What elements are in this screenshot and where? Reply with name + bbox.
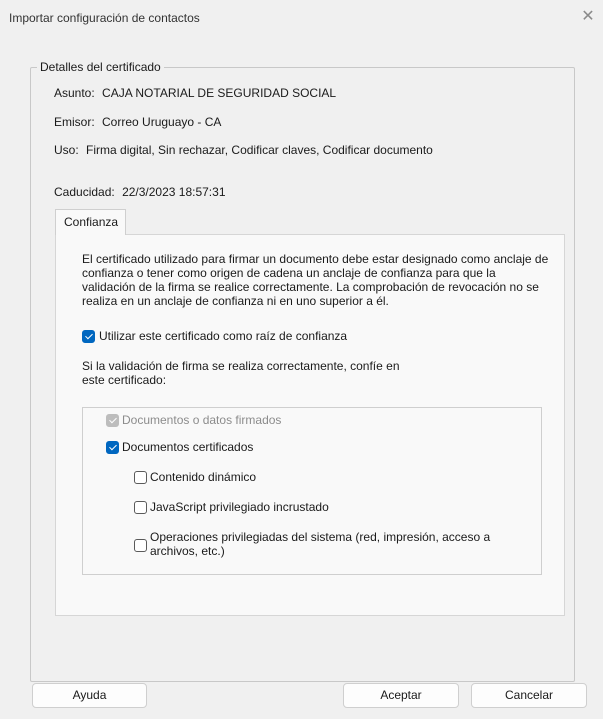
cancel-button[interactable]: Cancelar xyxy=(471,683,587,708)
accept-button[interactable]: Aceptar xyxy=(343,683,459,708)
issuer-value: Correo Uruguayo - CA xyxy=(102,115,222,129)
certified-documents-checkbox[interactable] xyxy=(106,441,119,454)
dynamic-content-checkbox[interactable] xyxy=(134,471,147,484)
expiry-row: Caducidad: 22/3/2023 18:57:31 xyxy=(54,185,226,199)
expiry-value: 22/3/2023 18:57:31 xyxy=(122,185,226,199)
privileged-system-operations-label: Operaciones privilegiadas del sistema (r… xyxy=(150,530,491,558)
usage-row: Uso: Firma digital, Sin rechazar, Codifi… xyxy=(54,143,433,157)
trust-description: El certificado utilizado para firmar un … xyxy=(82,252,549,308)
group-title: Detalles del certificado xyxy=(37,60,164,74)
usage-value: Firma digital, Sin rechazar, Codificar c… xyxy=(86,143,433,157)
dynamic-content-label: Contenido dinámico xyxy=(150,470,257,484)
trust-prompt: Si la validación de firma se realiza cor… xyxy=(82,359,400,387)
signed-documents-checkbox xyxy=(106,414,119,427)
close-icon[interactable]: ✕ xyxy=(577,6,599,28)
option-certified-documents[interactable]: Documentos certificados xyxy=(106,440,366,456)
issuer-row: Emisor: Correo Uruguayo - CA xyxy=(54,115,221,129)
option-privileged-system-operations[interactable]: Operaciones privilegiadas del sistema (r… xyxy=(134,530,524,562)
issuer-label: Emisor: xyxy=(54,115,95,129)
subject-row: Asunto: CAJA NOTARIAL DE SEGURIDAD SOCIA… xyxy=(54,86,336,100)
root-trust-label: Utilizar este certificado como raíz de c… xyxy=(99,329,348,343)
root-trust-checkbox[interactable] xyxy=(82,330,95,343)
certified-documents-label: Documentos certificados xyxy=(122,440,254,454)
tab-confianza[interactable]: Confianza xyxy=(55,209,126,235)
title-bar: Importar configuración de contactos ✕ xyxy=(0,0,603,36)
help-button[interactable]: Ayuda xyxy=(32,683,147,708)
privileged-system-operations-checkbox[interactable] xyxy=(134,539,147,552)
expiry-label: Caducidad: xyxy=(54,185,115,199)
subject-label: Asunto: xyxy=(54,86,95,100)
window-title: Importar configuración de contactos xyxy=(9,11,200,25)
tab-label: Confianza xyxy=(64,215,119,229)
root-trust-checkbox-row[interactable]: Utilizar este certificado como raíz de c… xyxy=(82,329,382,345)
privileged-javascript-label: JavaScript privilegiado incrustado xyxy=(150,500,329,514)
subject-value: CAJA NOTARIAL DE SEGURIDAD SOCIAL xyxy=(102,86,337,100)
usage-label: Uso: xyxy=(54,143,79,157)
signed-documents-label: Documentos o datos firmados xyxy=(122,413,282,427)
option-privileged-javascript[interactable]: JavaScript privilegiado incrustado xyxy=(134,500,434,516)
option-signed-documents: Documentos o datos firmados xyxy=(106,413,366,429)
privileged-javascript-checkbox[interactable] xyxy=(134,501,147,514)
option-dynamic-content[interactable]: Contenido dinámico xyxy=(134,470,394,486)
